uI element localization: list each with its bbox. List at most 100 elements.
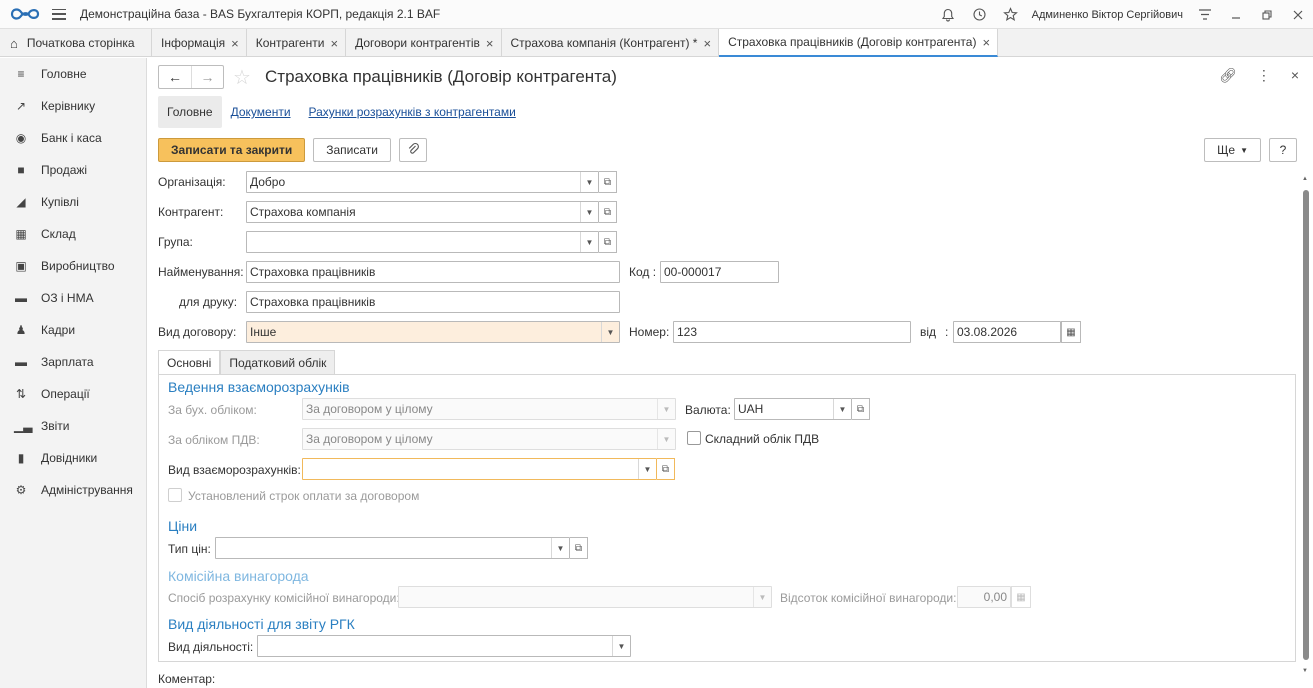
save-and-close-button[interactable]: Записати та закрити — [158, 138, 306, 162]
scroll-down-icon[interactable]: ▼ — [1302, 668, 1308, 674]
accounting-field[interactable]: За договором у цілому ▼ — [302, 398, 676, 420]
user-name[interactable]: Админенко Віктор Сергійович — [1032, 9, 1183, 21]
sidebar-item-bank[interactable]: ◉ Банк і каса — [0, 122, 146, 154]
calculator-icon[interactable]: ▦ — [1011, 586, 1031, 608]
open-organization-icon[interactable]: ⧉ — [599, 171, 617, 193]
nav-main[interactable]: Головне — [158, 96, 222, 128]
sidebar-item-main[interactable]: ≡ Головне — [0, 58, 146, 90]
more-vertical-icon[interactable]: ⋮ — [1257, 67, 1271, 84]
dropdown-arrow-icon[interactable]: ▼ — [657, 399, 675, 419]
sidebar-item-operations[interactable]: ⇅ Операції — [0, 378, 146, 410]
restore-icon[interactable] — [1251, 0, 1282, 29]
settlement-type-field[interactable]: ▼ — [302, 458, 657, 480]
close-tab-icon[interactable]: × — [231, 36, 239, 51]
main-menu-icon[interactable] — [52, 8, 66, 20]
nav-settlement-accounts[interactable]: Рахунки розрахунків з контрагентами — [300, 96, 525, 128]
print-name-field[interactable]: Страховка працівників — [246, 291, 620, 313]
open-group-icon[interactable]: ⧉ — [599, 231, 617, 253]
form-scrollbar[interactable]: ▲ ▼ — [1302, 176, 1309, 674]
nav-documents[interactable]: Документи — [222, 96, 300, 128]
commission-percent-field[interactable]: 0,00 — [957, 586, 1011, 608]
dropdown-arrow-icon[interactable]: ▼ — [580, 232, 598, 252]
bas-logo-icon — [10, 8, 40, 20]
contract-type-value: Інше — [250, 325, 277, 339]
dropdown-arrow-icon[interactable]: ▼ — [753, 587, 771, 607]
tab-contracts[interactable]: Договори контрагентів × — [346, 29, 502, 57]
vat-field[interactable]: За договором у цілому ▼ — [302, 428, 676, 450]
sidebar-item-directories[interactable]: ▮ Довідники — [0, 442, 146, 474]
close-tab-icon[interactable]: × — [982, 35, 990, 50]
open-settlement-type-icon[interactable]: ⧉ — [657, 458, 675, 480]
dropdown-arrow-icon[interactable]: ▼ — [833, 399, 851, 419]
tab-insurance-contract[interactable]: Страховка працівників (Договір контраген… — [719, 29, 999, 57]
sidebar-item-production[interactable]: ▣ Виробництво — [0, 250, 146, 282]
number-field[interactable]: 123 — [673, 321, 911, 343]
price-type-field[interactable]: ▼ — [215, 537, 570, 559]
close-tab-icon[interactable]: × — [703, 36, 711, 51]
open-counterparty-icon[interactable]: ⧉ — [599, 201, 617, 223]
dropdown-arrow-icon[interactable]: ▼ — [612, 636, 630, 656]
close-form-icon[interactable]: × — [1291, 67, 1299, 84]
tab-information[interactable]: Інформація × — [152, 29, 247, 57]
dropdown-arrow-icon[interactable]: ▼ — [551, 538, 569, 558]
dropdown-arrow-icon[interactable]: ▼ — [580, 202, 598, 222]
scroll-up-icon[interactable]: ▲ — [1302, 176, 1308, 182]
dropdown-arrow-icon[interactable]: ▼ — [638, 459, 656, 479]
link-icon[interactable]: 🔗︎ — [1219, 67, 1237, 84]
sidebar-item-reports[interactable]: ▁▃ Звіти — [0, 410, 146, 442]
tab-insurance-company[interactable]: Страхова компанія (Контрагент) * × — [502, 29, 720, 57]
favorites-star-icon[interactable] — [995, 0, 1026, 29]
sidebar-item-administration[interactable]: ⚙ Адміністрування — [0, 474, 146, 506]
attach-button[interactable] — [398, 138, 427, 162]
forward-arrow-icon[interactable]: → — [190, 66, 223, 88]
commission-method-field[interactable]: ▼ — [398, 586, 772, 608]
sidebar-item-label: Керівнику — [41, 99, 96, 113]
date-colon: : — [945, 325, 949, 339]
sidebar-item-sales[interactable]: ■ Продажі — [0, 154, 146, 186]
counterparty-field[interactable]: Страхова компанія ▼ — [246, 201, 599, 223]
scrollbar-thumb[interactable] — [1303, 190, 1309, 660]
sidebar-item-manager[interactable]: ↗ Керівнику — [0, 90, 146, 122]
trend-icon: ↗ — [15, 99, 27, 113]
payment-term-checkbox[interactable] — [168, 488, 182, 502]
sections-sidebar: ≡ Головне ↗ Керівнику ◉ Банк і каса ■ Продаж… — [0, 58, 147, 688]
currency-field[interactable]: UAH ▼ — [734, 398, 852, 420]
calendar-icon[interactable]: ▦ — [1061, 321, 1081, 343]
sidebar-item-warehouse[interactable]: ▦ Склад — [0, 218, 146, 250]
more-button[interactable]: Ще ▼ — [1204, 138, 1261, 162]
activity-type-field[interactable]: ▼ — [257, 635, 631, 657]
dropdown-arrow-icon[interactable]: ▼ — [657, 429, 675, 449]
save-button[interactable]: Записати — [313, 138, 391, 162]
tab-tax-accounting[interactable]: Податковий облік — [220, 350, 336, 375]
bell-icon[interactable] — [933, 0, 964, 29]
open-price-type-icon[interactable]: ⧉ — [570, 537, 588, 559]
minimize-icon[interactable] — [1220, 0, 1251, 29]
date-field[interactable]: 03.08.2026 — [953, 321, 1061, 343]
history-icon[interactable] — [964, 0, 995, 29]
tab-main[interactable]: Основні — [158, 350, 221, 375]
back-arrow-icon[interactable]: ← — [159, 66, 191, 88]
open-currency-icon[interactable]: ⧉ — [852, 398, 870, 420]
dropdown-arrow-icon[interactable]: ▼ — [601, 322, 619, 342]
tab-home[interactable]: ⌂ Початкова сторінка — [0, 29, 152, 57]
group-field[interactable]: ▼ — [246, 231, 599, 253]
price-type-label: Тип цін: — [168, 542, 211, 556]
help-button[interactable]: ? — [1269, 138, 1297, 162]
sidebar-item-hr[interactable]: ♟ Кадри — [0, 314, 146, 346]
name-field[interactable]: Страховка працівників — [246, 261, 620, 283]
complex-vat-checkbox[interactable] — [687, 431, 701, 445]
cart-icon: ◢ — [16, 195, 26, 209]
sidebar-item-salary[interactable]: ▬ Зарплата — [0, 346, 146, 378]
favorite-star-icon[interactable]: ☆ — [233, 65, 251, 90]
settings-lines-icon[interactable] — [1189, 0, 1220, 29]
organization-field[interactable]: Добро ▼ — [246, 171, 599, 193]
code-field[interactable]: 00-000017 — [660, 261, 779, 283]
sidebar-item-purchases[interactable]: ◢ Купівлі — [0, 186, 146, 218]
sidebar-item-fixed-assets[interactable]: ▬ ОЗ і НМА — [0, 282, 146, 314]
close-window-icon[interactable] — [1282, 0, 1313, 29]
contract-type-field[interactable]: Інше ▼ — [246, 321, 620, 343]
tab-counterparties[interactable]: Контрагенти × — [247, 29, 347, 57]
dropdown-arrow-icon[interactable]: ▼ — [580, 172, 598, 192]
close-tab-icon[interactable]: × — [486, 36, 494, 51]
close-tab-icon[interactable]: × — [331, 36, 339, 51]
